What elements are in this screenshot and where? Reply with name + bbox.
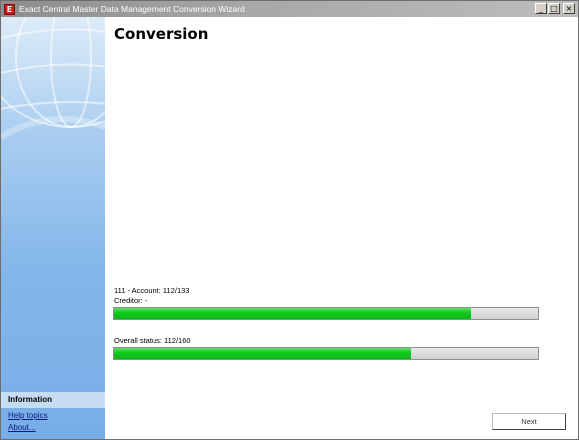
window-controls: _ □ × <box>535 3 575 14</box>
account-progress-fill <box>114 308 471 319</box>
minimize-button[interactable]: _ <box>535 3 547 14</box>
page-title: Conversion <box>114 25 209 43</box>
app-icon: E <box>4 3 15 15</box>
help-topics-link[interactable]: Help topics <box>8 411 48 420</box>
account-progress-bar <box>113 307 539 320</box>
account-status-label: 111 - Account: 112/133 <box>114 286 190 295</box>
title-bar[interactable]: E Exact Central Master Data Management C… <box>1 1 578 17</box>
overall-progress-fill <box>114 348 411 359</box>
globe-graphic <box>1 17 105 140</box>
next-button[interactable]: Next <box>492 413 566 430</box>
close-button[interactable]: × <box>563 3 575 14</box>
creditor-status-label: Creditor: - <box>114 296 148 305</box>
information-header: Information <box>1 392 105 408</box>
wizard-window: E Exact Central Master Data Management C… <box>0 0 579 440</box>
window-title: Exact Central Master Data Management Con… <box>19 4 245 14</box>
maximize-button[interactable]: □ <box>548 3 560 14</box>
overall-progress-bar <box>113 347 539 360</box>
sidebar: Information Help topics About... <box>1 17 105 439</box>
overall-status-label: Overall status: 112/160 <box>114 336 191 345</box>
about-link[interactable]: About... <box>8 423 36 432</box>
